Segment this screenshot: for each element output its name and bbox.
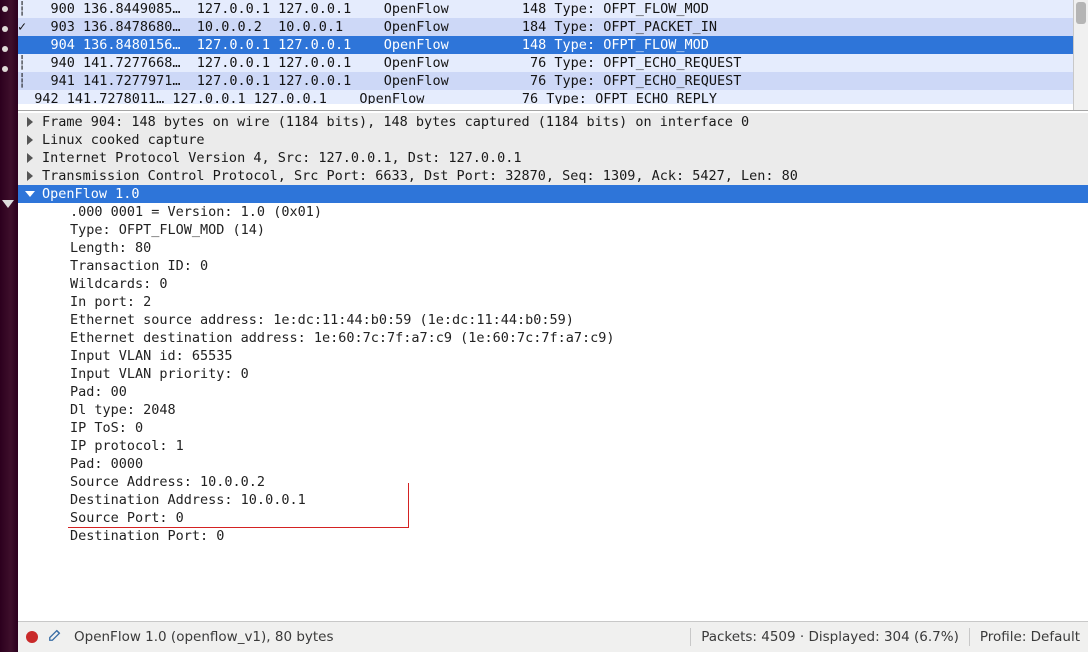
tree-leaf[interactable]: Dl type: 2048: [18, 401, 1088, 419]
tree-leaf[interactable]: Transaction ID: 0: [18, 257, 1088, 275]
tree-tcp[interactable]: Transmission Control Protocol, Src Port:…: [18, 167, 1088, 185]
tree-leaf[interactable]: .000 0001 = Version: 1.0 (0x01): [18, 203, 1088, 221]
tree-frame[interactable]: Frame 904: 148 bytes on wire (1184 bits)…: [18, 113, 1088, 131]
scrollbar-thumb[interactable]: [1076, 2, 1086, 24]
tree-label: Linux cooked capture: [42, 131, 205, 149]
tree-label: Frame 904: 148 bytes on wire (1184 bits)…: [42, 113, 749, 131]
chevron-right-icon: [18, 153, 42, 163]
chevron-right-icon: [18, 117, 42, 127]
tree-leaf[interactable]: Source Port: 0: [18, 509, 1088, 527]
tree-leaf[interactable]: Input VLAN priority: 0: [18, 365, 1088, 383]
tree-leaf[interactable]: Length: 80: [18, 239, 1088, 257]
status-proto: OpenFlow 1.0 (openflow_v1), 80 bytes: [74, 629, 334, 645]
packet-list[interactable]: ┆ 900 136.8449085… 127.0.0.1 127.0.0.1 O…: [18, 0, 1088, 111]
chevron-down-icon: [18, 189, 42, 199]
tree-leaf[interactable]: Destination Port: 0: [18, 527, 1088, 545]
status-profile: Profile: Default: [980, 629, 1080, 645]
tree-leaf[interactable]: Ethernet source address: 1e:dc:11:44:b0:…: [18, 311, 1088, 329]
chevron-right-icon: [18, 171, 42, 181]
packet-row[interactable]: 904 136.8480156… 127.0.0.1 127.0.0.1 Ope…: [18, 36, 1088, 54]
packet-row[interactable]: ✓ 903 136.8478680… 10.0.0.2 10.0.0.1 Ope…: [18, 18, 1088, 36]
tree-leaf[interactable]: Source Address: 10.0.0.2: [18, 473, 1088, 491]
tree-label: OpenFlow 1.0: [42, 185, 140, 203]
packet-row[interactable]: 942 141.7278011… 127.0.0.1 127.0.0.1 Ope…: [18, 90, 1088, 104]
tree-leaf[interactable]: Wildcards: 0: [18, 275, 1088, 293]
tree-leaf[interactable]: Input VLAN id: 65535: [18, 347, 1088, 365]
tree-leaf[interactable]: Pad: 00: [18, 383, 1088, 401]
tree-leaf[interactable]: IP ToS: 0: [18, 419, 1088, 437]
tree-leaf[interactable]: Ethernet destination address: 1e:60:7c:7…: [18, 329, 1088, 347]
status-stats: Packets: 4509 · Displayed: 304 (6.7%): [701, 629, 959, 645]
launcher-dock: [0, 0, 19, 652]
tree-ip[interactable]: Internet Protocol Version 4, Src: 127.0.…: [18, 149, 1088, 167]
tree-leaf[interactable]: In port: 2: [18, 293, 1088, 311]
tree-label: Transmission Control Protocol, Src Port:…: [42, 167, 798, 185]
tree-leaf[interactable]: IP protocol: 1: [18, 437, 1088, 455]
tree-linux[interactable]: Linux cooked capture: [18, 131, 1088, 149]
tree-leaf[interactable]: Pad: 0000: [18, 455, 1088, 473]
tree-openflow[interactable]: OpenFlow 1.0: [18, 185, 1088, 203]
packet-details[interactable]: Frame 904: 148 bytes on wire (1184 bits)…: [18, 111, 1088, 621]
tree-leaf[interactable]: Type: OFPT_FLOW_MOD (14): [18, 221, 1088, 239]
tree-leaf[interactable]: Destination Address: 10.0.0.1: [18, 491, 1088, 509]
statusbar: OpenFlow 1.0 (openflow_v1), 80 bytes Pac…: [18, 621, 1088, 652]
packet-row[interactable]: ┆ 941 141.7277971… 127.0.0.1 127.0.0.1 O…: [18, 72, 1088, 90]
edit-icon[interactable]: [48, 628, 62, 646]
chevron-right-icon: [18, 135, 42, 145]
packet-row[interactable]: ┆ 940 141.7277668… 127.0.0.1 127.0.0.1 O…: [18, 54, 1088, 72]
tree-label: Internet Protocol Version 4, Src: 127.0.…: [42, 149, 522, 167]
packet-list-scrollbar[interactable]: [1073, 0, 1088, 110]
record-indicator-icon: [26, 631, 38, 643]
packet-row[interactable]: ┆ 900 136.8449085… 127.0.0.1 127.0.0.1 O…: [18, 0, 1088, 18]
